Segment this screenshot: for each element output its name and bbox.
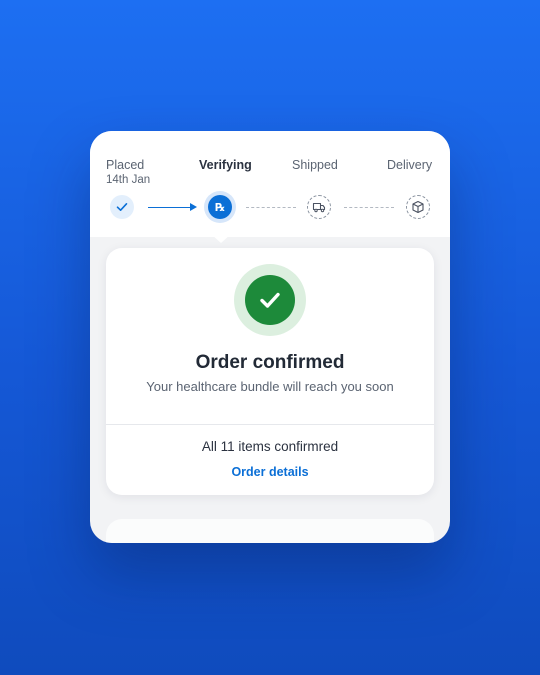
- step-label-placed: Placed: [106, 158, 145, 172]
- rx-icon: ℞: [215, 201, 225, 214]
- step-node-delivery: [406, 195, 430, 219]
- step-node-verifying: ℞: [208, 195, 232, 219]
- success-badge: [234, 264, 306, 336]
- truck-icon: [312, 202, 326, 213]
- divider: [106, 424, 434, 425]
- step-label-verifying: Verifying: [199, 158, 252, 172]
- progress-connector-pending-2: [344, 207, 394, 208]
- order-details-link[interactable]: Order details: [106, 465, 434, 479]
- progress-connector-pending-1: [246, 207, 296, 208]
- active-step-pointer: [211, 234, 231, 243]
- success-check-icon: [260, 292, 280, 308]
- order-status-card: Placed 14th Jan Verifying Shipped Delive…: [90, 131, 450, 543]
- next-card-peek: [106, 519, 434, 543]
- step-label-shipped: Shipped: [292, 158, 338, 172]
- confirmation-subtitle: Your healthcare bundle will reach you so…: [146, 379, 394, 394]
- check-icon: [116, 203, 128, 211]
- step-date-placed: 14th Jan: [106, 174, 151, 186]
- progress-connector-done: [148, 207, 194, 208]
- order-progress-tracker: Placed 14th Jan Verifying Shipped Delive…: [90, 131, 450, 237]
- items-confirmed-text: All 11 items confirmred: [201, 439, 339, 454]
- step-node-placed: [110, 195, 134, 219]
- step-label-delivery: Delivery: [387, 158, 433, 172]
- package-icon: [412, 200, 424, 214]
- confirmation-panel: Order confirmed Your healthcare bundle w…: [106, 248, 434, 495]
- step-node-shipped: [307, 195, 331, 219]
- confirmation-title: Order confirmed: [195, 352, 345, 373]
- progress-arrow-head: [190, 203, 197, 211]
